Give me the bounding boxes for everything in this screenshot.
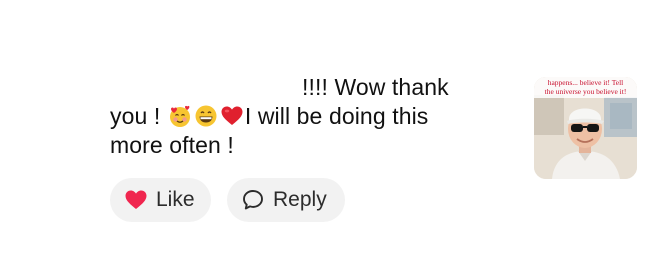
video-thumbnail[interactable]: happens... believe it! Tell the universe… (534, 77, 637, 179)
comment-text: !!!! Wow thank you ! I will be doing thi… (110, 73, 505, 160)
comment-line-3: more often ! (110, 132, 234, 158)
thumbnail-caption: happens... believe it! Tell the universe… (534, 77, 637, 98)
smiling-face-with-hearts-emoji-icon (169, 105, 190, 127)
comment-line-1: !!!! Wow thank (302, 74, 449, 100)
thumbnail-caption-line-2: the universe you believe it! (544, 87, 627, 96)
reply-label: Reply (273, 188, 327, 211)
comment-actions: Like Reply (110, 178, 345, 222)
like-button[interactable]: Like (110, 178, 211, 222)
thumbnail-caption-line-1: happens... believe it! Tell (547, 78, 624, 87)
heart-icon (125, 190, 147, 209)
comment-line-2-prefix: you ! (110, 103, 167, 129)
reply-button[interactable]: Reply (227, 178, 345, 222)
like-label: Like (156, 188, 195, 211)
comment-line-2: you ! I will be doing this (110, 102, 505, 131)
grinning-face-emoji-icon (195, 105, 217, 127)
speech-bubble-icon (243, 190, 263, 210)
red-heart-emoji-icon (221, 106, 243, 125)
comment-line-2-suffix: I will be doing this (244, 103, 429, 129)
